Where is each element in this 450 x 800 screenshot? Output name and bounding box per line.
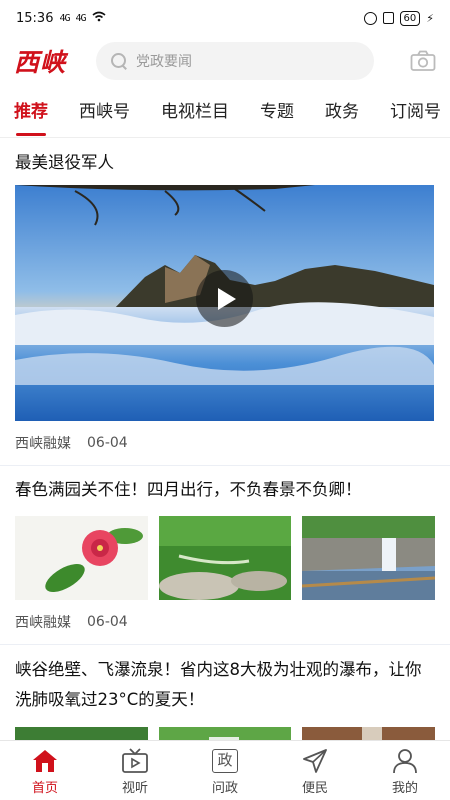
nav-home[interactable]: 首页 — [0, 741, 90, 800]
tab-subscription[interactable]: 订阅号 — [390, 86, 441, 137]
zheng-icon: 政 — [212, 749, 238, 773]
lock-icon — [382, 12, 394, 24]
nav-label: 视听 — [121, 781, 148, 796]
image-row — [15, 727, 436, 740]
tab-topic[interactable]: 专题 — [260, 86, 294, 137]
article-title: 最美退役军人 — [15, 153, 114, 172]
send-icon — [300, 747, 330, 775]
image-green-valley[interactable] — [158, 516, 292, 600]
zheng-icon-wrap: 政 — [210, 747, 240, 775]
alarm-icon — [363, 11, 377, 25]
nav-label: 便民 — [301, 781, 328, 796]
article-source: 西峡融媒 — [15, 615, 71, 631]
user-icon — [390, 747, 420, 775]
article-date: 06-04 — [87, 435, 128, 451]
image-waterfall-2[interactable] — [158, 727, 292, 740]
bottom-nav: 首页 视听 政 问政 便民 我的 — [0, 740, 450, 800]
image-camellia[interactable] — [15, 516, 148, 600]
article-meta: 西峡融媒 06-04 — [15, 600, 435, 644]
channel-tabs: 推荐 西峡号 电视栏目 专题 政务 订阅号 — [0, 86, 450, 138]
article-date: 06-04 — [87, 614, 128, 630]
nav-label: 问政 — [211, 781, 238, 796]
article-meta: 西峡融媒 06-04 — [15, 421, 435, 465]
signal-icon-2: 4G — [75, 12, 87, 24]
video-thumbnail[interactable] — [15, 185, 434, 421]
search-placeholder: 党政要闻 — [136, 54, 192, 70]
status-bar: 15:36 4G 4G 60 ⚡ — [0, 0, 450, 36]
article-source: 西峡融媒 — [15, 436, 71, 452]
signal-icon: 4G — [59, 12, 70, 24]
camera-icon[interactable] — [410, 50, 436, 72]
nav-service[interactable]: 便民 — [270, 741, 360, 800]
tv-icon — [120, 747, 150, 775]
nav-media[interactable]: 视听 — [90, 741, 180, 800]
charging-icon: ⚡ — [426, 11, 434, 25]
article-title: 春色满园关不住！四月出行，不负春景不负卿！ — [15, 480, 362, 499]
article-title: 峡谷绝壁、飞瀑流泉！省内这8大极为壮观的瀑布，让你洗肺吸氧过23°C的夏天！ — [15, 660, 422, 709]
image-row — [15, 516, 436, 600]
app-header: 西峡 党政要闻 — [0, 36, 450, 86]
article-card[interactable]: 峡谷绝壁、飞瀑流泉！省内这8大极为壮观的瀑布，让你洗肺吸氧过23°C的夏天！ — [0, 645, 450, 740]
image-waterfall-3[interactable] — [302, 727, 436, 740]
search-bar[interactable]: 党政要闻 — [96, 42, 374, 80]
image-waterfall-1[interactable] — [15, 727, 148, 740]
battery-icon: 60 — [399, 10, 421, 26]
tab-government[interactable]: 政务 — [325, 86, 359, 137]
image-waterfall[interactable] — [302, 516, 436, 600]
article-card[interactable]: 春色满园关不住！四月出行，不负春景不负卿！ 西峡融媒 06-04 — [0, 466, 450, 645]
status-time: 15:36 — [16, 10, 54, 26]
tab-xixia-account[interactable]: 西峡号 — [79, 86, 130, 137]
play-icon[interactable] — [196, 270, 253, 327]
search-icon — [110, 52, 128, 70]
home-icon — [30, 747, 60, 775]
tab-recommend[interactable]: 推荐 — [14, 86, 48, 137]
news-feed: 最美退役军人 西峡融媒 06-04 春色满园关不住！四月出行，不负春景不负卿！ … — [0, 139, 450, 740]
tab-tv-program[interactable]: 电视栏目 — [161, 86, 229, 137]
nav-label: 首页 — [31, 781, 58, 796]
nav-label: 我的 — [391, 781, 418, 796]
nav-mine[interactable]: 我的 — [360, 741, 450, 800]
app-logo: 西峡 — [14, 48, 67, 77]
article-card[interactable]: 最美退役军人 西峡融媒 06-04 — [0, 139, 450, 466]
nav-inquiry[interactable]: 政 问政 — [180, 741, 270, 800]
wifi-icon — [92, 11, 106, 26]
